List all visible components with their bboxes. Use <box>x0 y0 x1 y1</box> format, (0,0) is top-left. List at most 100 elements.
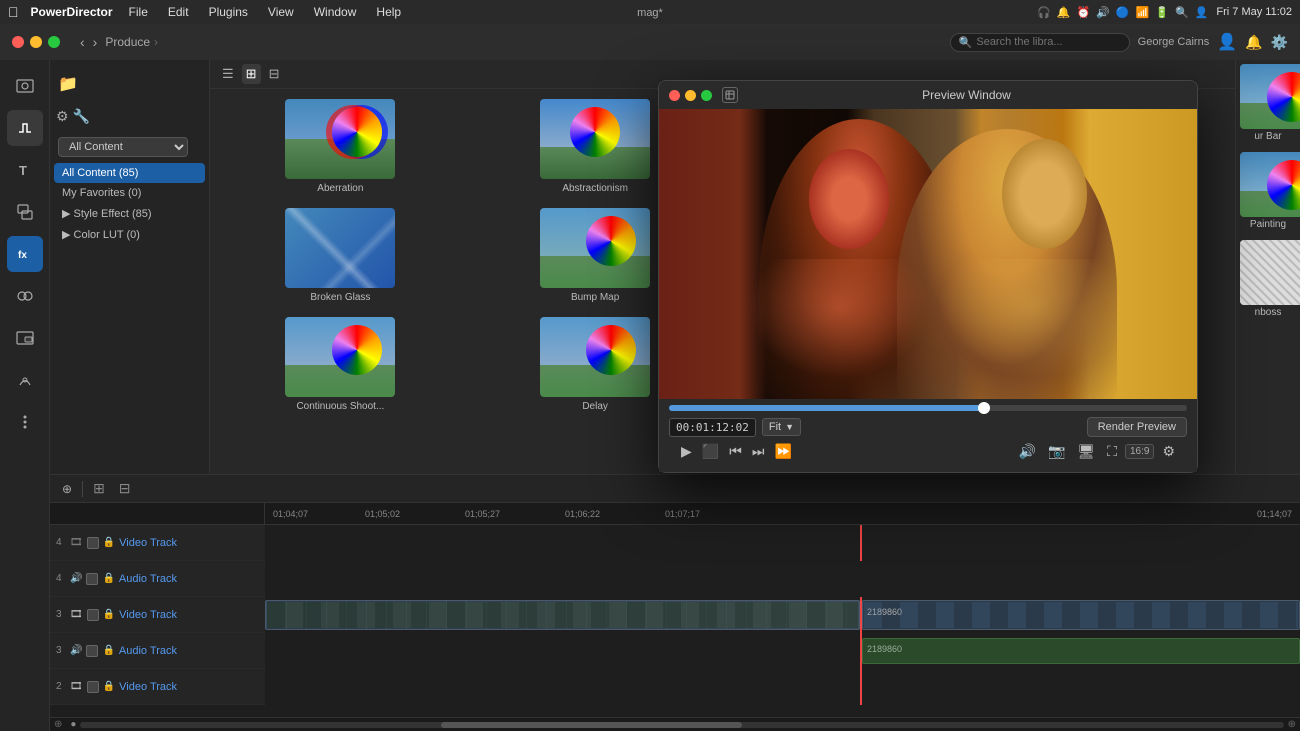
preview-max-btn[interactable] <box>701 90 712 101</box>
library-search-input[interactable] <box>976 36 1120 48</box>
apple-icon[interactable]:  <box>8 4 19 20</box>
settings-icon[interactable]: ⚙️ <box>1271 34 1288 51</box>
prev-frame-btn[interactable]: ⏮ <box>725 441 746 462</box>
user-avatar[interactable]: 👤 <box>1217 32 1237 52</box>
track-name-4-video[interactable]: Video Track <box>119 537 177 549</box>
nav-all-content[interactable]: All Content (85) <box>54 163 205 183</box>
nav-back[interactable]: ‹ <box>80 34 85 50</box>
minimize-button[interactable] <box>30 36 42 48</box>
menu-view[interactable]: View <box>264 5 298 19</box>
filter-icon-2[interactable]: 🔧 <box>73 108 90 125</box>
maximize-button[interactable] <box>48 36 60 48</box>
next-frame-btn[interactable]: ⏭ <box>748 441 769 462</box>
scroll-left-icon[interactable]: ⊕ <box>54 719 62 730</box>
sidebar-item-media[interactable] <box>7 68 43 104</box>
sidebar-item-motion[interactable] <box>7 362 43 398</box>
track-name-4-audio[interactable]: Audio Track <box>119 573 177 585</box>
track-checkbox-3a[interactable] <box>86 645 98 657</box>
external-preview-btn[interactable]: 🖥 <box>1073 441 1099 462</box>
preview-window-controls <box>669 90 712 101</box>
preview-controls: 00:01:12:02 Fit ▼ Render Preview ▶ ⬛ ⏮ ⏭… <box>659 399 1197 472</box>
sidebar-item-transition[interactable] <box>7 278 43 314</box>
sidebar-item-more[interactable] <box>7 404 43 440</box>
track-checkbox-4a[interactable] <box>86 573 98 585</box>
track-lock-icon-3a[interactable]: 🔒 <box>102 645 114 656</box>
track-lock-icon-3v[interactable]: 🔒 <box>103 609 115 620</box>
fx-item-aberration[interactable]: Aberration <box>216 95 465 198</box>
audio-preview-btn[interactable]: 🔊 <box>1015 441 1040 462</box>
content-filter-dropdown[interactable]: All Content <box>58 137 188 157</box>
fx-label-aberration: Aberration <box>317 183 363 194</box>
sidebar-item-audio[interactable] <box>7 110 43 146</box>
track-name-3-audio[interactable]: Audio Track <box>119 645 177 657</box>
view-list-btn[interactable]: ☰ <box>218 64 238 84</box>
track-body-4-audio <box>265 561 1300 597</box>
menu-edit[interactable]: Edit <box>164 5 193 19</box>
play-btn[interactable]: ▶ <box>677 441 696 462</box>
preview-titlebar: Preview Window <box>659 81 1197 109</box>
preview-fit-dropdown[interactable]: Fit ▼ <box>762 418 801 436</box>
playhead <box>860 525 862 561</box>
ratio-settings-btn[interactable]: ⚙ <box>1158 441 1179 462</box>
nav-my-favorites[interactable]: My Favorites (0) <box>54 183 205 203</box>
timeline-add-track[interactable]: ⊕ <box>58 480 76 498</box>
preview-timeline-slider[interactable] <box>669 405 1187 411</box>
track-checkbox-3v[interactable] <box>87 609 99 621</box>
filter-icon-1[interactable]: ⚙ <box>56 108 69 125</box>
timeline-scrollbar[interactable] <box>80 722 1283 728</box>
fx-thumb-emboss <box>1240 240 1300 305</box>
notifications-icon[interactable]: 🔔 <box>1245 34 1262 51</box>
fast-forward-btn[interactable]: ⏩ <box>770 441 795 462</box>
status-icon-1: 🎧 <box>1037 6 1051 19</box>
upload-icon[interactable]: 📁 <box>58 74 78 94</box>
left-sidebar: T fx <box>0 60 50 731</box>
breadcrumb-title: Produce <box>105 35 150 49</box>
timeline-zoom-out[interactable]: ⊟ <box>115 478 135 499</box>
track-lock-icon[interactable]: 🔒 <box>103 537 115 548</box>
fx-item-continuous[interactable]: Continuous Shoot... <box>216 313 465 416</box>
track-checkbox-2v[interactable] <box>87 681 99 693</box>
preview-expand-btn[interactable] <box>722 87 738 103</box>
sidebar-item-pip[interactable] <box>7 320 43 356</box>
nav-forward[interactable]: › <box>93 34 98 50</box>
video-track-icon: 🎞 <box>70 537 83 548</box>
snapshot-btn[interactable]: 📷 <box>1044 441 1069 462</box>
preview-close-btn[interactable] <box>669 90 680 101</box>
preview-min-btn[interactable] <box>685 90 696 101</box>
menu-plugins[interactable]: Plugins <box>205 5 252 19</box>
fx-label-bump-map: Bump Map <box>571 292 619 303</box>
scroll-add-icon[interactable]: ● <box>70 719 76 730</box>
timeline-zoom-in[interactable]: ⊞ <box>89 478 109 499</box>
view-large-btn[interactable]: ⊟ <box>265 64 284 84</box>
user-icon[interactable]: 👤 <box>1195 6 1209 19</box>
track-lock-icon-2v[interactable]: 🔒 <box>103 681 115 692</box>
track-name-2-video[interactable]: Video Track <box>119 681 177 693</box>
status-icon-6: 📶 <box>1136 6 1150 19</box>
audio-track-icon-3: 🔊 <box>70 645 82 656</box>
render-preview-button[interactable]: Render Preview <box>1087 417 1187 437</box>
nav-style-effect[interactable]: ▶ Style Effect (85) <box>54 203 205 224</box>
track-body-4-video <box>265 525 1300 561</box>
playhead-3v <box>860 597 862 633</box>
track-lock-icon-4a[interactable]: 🔒 <box>102 573 114 584</box>
status-icon-4: 🔊 <box>1096 6 1110 19</box>
menu-window[interactable]: Window <box>310 5 361 19</box>
view-grid-btn[interactable]: ⊞ <box>242 64 261 84</box>
timeline-toolbar: ⊕ ⊞ ⊟ <box>50 475 1300 503</box>
track-name-3-video[interactable]: Video Track <box>119 609 177 621</box>
sidebar-item-text[interactable]: T <box>7 152 43 188</box>
menu-file[interactable]: File <box>125 5 152 19</box>
search-menubar-icon[interactable]: 🔍 <box>1175 6 1189 19</box>
menu-help[interactable]: Help <box>372 5 405 19</box>
aspect-ratio-badge: 16:9 <box>1125 444 1154 459</box>
fullscreen-btn[interactable]: ⛶ <box>1103 441 1121 462</box>
fx-item-broken-glass[interactable]: Broken Glass <box>216 204 465 307</box>
ruler-mark-6: 01;14;07 <box>1257 509 1292 519</box>
nav-color-lut[interactable]: ▶ Color LUT (0) <box>54 224 205 245</box>
track-checkbox[interactable] <box>87 537 99 549</box>
sidebar-item-fx[interactable]: fx <box>7 236 43 272</box>
stop-btn[interactable]: ⬛ <box>698 441 723 462</box>
close-button[interactable] <box>12 36 24 48</box>
sidebar-item-overlay[interactable] <box>7 194 43 230</box>
scroll-right-icon[interactable]: ⊕ <box>1288 719 1296 730</box>
